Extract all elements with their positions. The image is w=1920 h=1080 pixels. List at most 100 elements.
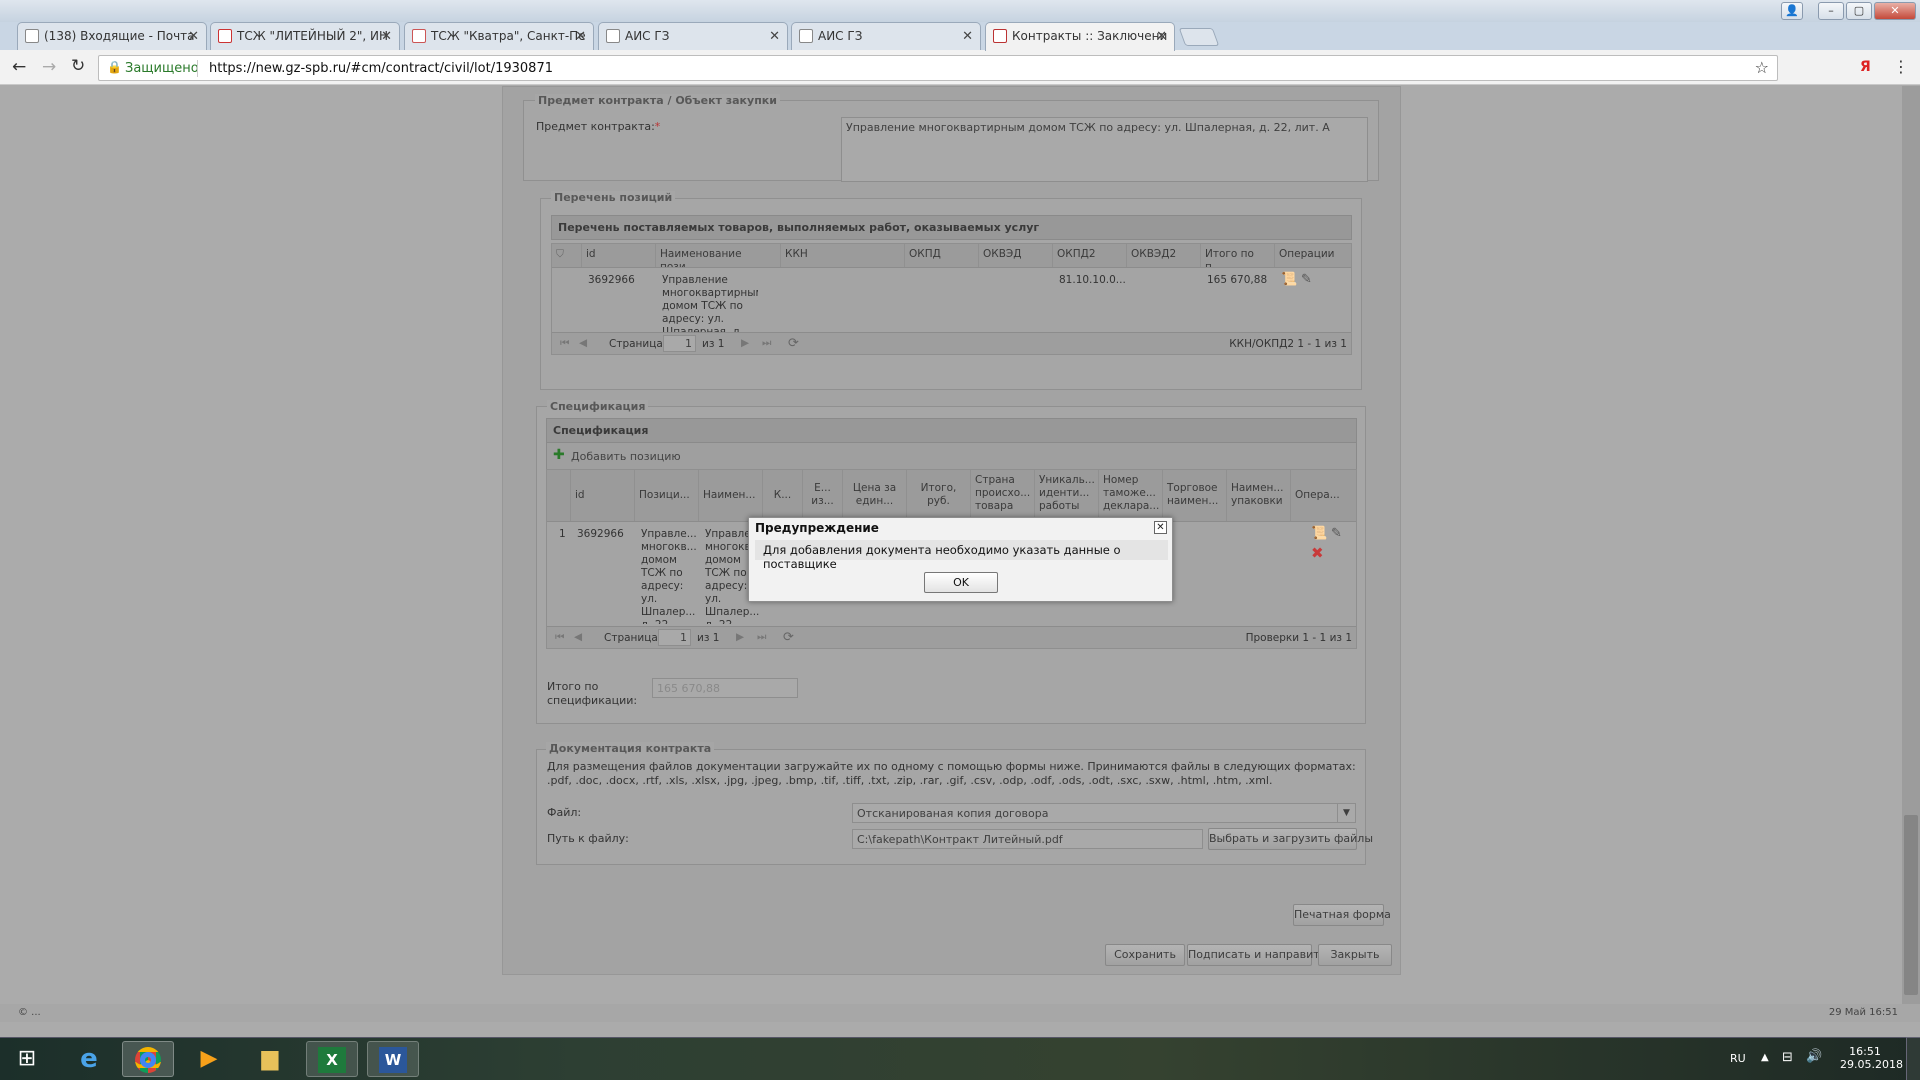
first-page-icon[interactable]: ⏮ — [555, 631, 564, 644]
scroll-icon[interactable]: 📜 — [1281, 272, 1297, 287]
word-icon[interactable]: W — [367, 1041, 419, 1077]
col-country[interactable]: Страна происхо... товара — [971, 470, 1035, 521]
tab-ais-gz-1[interactable]: АИС ГЗ ✕ — [598, 22, 788, 50]
excel-icon[interactable]: X — [306, 1041, 358, 1077]
col-name[interactable]: Наимен... — [699, 470, 763, 521]
url-text[interactable]: https://new.gz-spb.ru/#cm/contract/civil… — [209, 61, 553, 76]
col-qty[interactable]: К... — [763, 470, 803, 521]
language-indicator[interactable]: RU — [1730, 1052, 1746, 1065]
upload-files-button[interactable]: Выбрать и загрузить файлы — [1208, 828, 1373, 850]
cell-id: 3692966 — [577, 528, 624, 540]
close-window-button[interactable]: ✕ — [1874, 2, 1916, 20]
subject-textarea[interactable]: Управление многоквартирным домом ТСЖ по … — [841, 117, 1368, 182]
page-input[interactable]: 1 — [663, 335, 696, 352]
tab-contracts[interactable]: Контракты :: Заключени ✕ — [985, 22, 1175, 51]
new-tab-button[interactable] — [1178, 28, 1220, 46]
col-name[interactable]: Наименование пози... — [656, 244, 781, 267]
profile-icon[interactable]: 👤 — [1781, 2, 1803, 20]
tray-arrow-icon[interactable]: ▲ — [1761, 1052, 1769, 1063]
spec-grid-title: Спецификация — [546, 418, 1357, 443]
scrollbar-thumb[interactable] — [1904, 815, 1918, 995]
refresh-icon[interactable]: ⟳ — [783, 630, 794, 645]
bookmark-star-icon[interactable]: ☆ — [1755, 58, 1769, 77]
table-row[interactable]: 3692966 Управление многоквартирным домом… — [552, 268, 1351, 332]
col-okved[interactable]: ОКВЭД — [979, 244, 1053, 267]
col-total[interactable]: Итого, руб. — [907, 470, 971, 521]
ie-icon[interactable]: e — [63, 1041, 115, 1077]
tab-close-icon[interactable]: ✕ — [575, 23, 586, 50]
tab-tszh-liteyny[interactable]: ТСЖ "ЛИТЕЙНЫЙ 2", ИН ✕ — [210, 22, 400, 50]
first-page-icon[interactable]: ⏮ — [560, 337, 569, 350]
tab-close-icon[interactable]: ✕ — [962, 23, 973, 50]
last-page-icon[interactable]: ⏭ — [762, 337, 771, 350]
forward-icon[interactable]: → — [42, 57, 56, 77]
folder-icon[interactable]: ▆ — [244, 1041, 296, 1077]
next-page-icon[interactable]: ▶ — [736, 631, 744, 643]
save-button[interactable]: Сохранить — [1105, 944, 1185, 966]
col-position[interactable]: Позици... — [635, 470, 699, 521]
menu-icon[interactable]: ⋮ — [1893, 57, 1909, 76]
sign-send-button[interactable]: Подписать и направить — [1187, 944, 1326, 966]
positions-grid-title: Перечень поставляемых товаров, выполняем… — [551, 215, 1352, 240]
filter-icon[interactable]: ⛉ — [552, 244, 582, 267]
col-unit[interactable]: Е... из... — [803, 470, 843, 521]
next-page-icon[interactable]: ▶ — [741, 337, 749, 349]
close-icon[interactable]: ✕ — [1154, 521, 1167, 534]
col-trade-name[interactable]: Торговое наимен... — [1163, 470, 1227, 521]
grid-header: id Позици... Наимен... К... Е... из... Ц… — [547, 470, 1356, 522]
delete-icon[interactable]: ✖ — [1311, 544, 1324, 562]
tab-close-icon[interactable]: ✕ — [188, 23, 199, 50]
col-total[interactable]: Итого по п... — [1201, 244, 1275, 267]
tab-mail[interactable]: (138) Входящие - Почта ✕ — [17, 22, 207, 50]
clock[interactable]: 16:51 29.05.2018 — [1840, 1045, 1903, 1071]
col-okpd2[interactable]: ОКПД2 — [1053, 244, 1127, 267]
edit-pencil-icon[interactable]: ✎ — [1301, 272, 1312, 287]
refresh-icon[interactable]: ⟳ — [788, 336, 799, 351]
address-bar[interactable]: 🔒 Защищено https://new.gz-spb.ru/#cm/con… — [98, 55, 1778, 81]
tab-close-icon[interactable]: ✕ — [1156, 23, 1167, 50]
add-icon[interactable]: ✚ — [553, 447, 565, 463]
col-kkn[interactable]: ККН — [781, 244, 905, 267]
media-player-icon[interactable]: ▶ — [183, 1041, 235, 1077]
start-button[interactable]: ⊞ — [2, 1041, 52, 1077]
col-id[interactable]: id — [582, 244, 656, 267]
network-icon[interactable]: ⊟ — [1782, 1050, 1793, 1065]
print-form-button[interactable]: Печатная форма — [1293, 904, 1391, 926]
add-position-button[interactable]: Добавить позицию — [571, 450, 681, 463]
edit-pencil-icon[interactable]: ✎ — [1331, 526, 1342, 541]
cell-total: 165 670,88 — [1207, 274, 1268, 286]
subject-legend: Предмет контракта / Объект закупки — [535, 94, 780, 107]
reload-icon[interactable]: ↻ — [71, 56, 85, 76]
pager-summary: Проверки 1 - 1 из 1 — [1245, 632, 1352, 644]
yandex-icon[interactable]: Я — [1860, 59, 1871, 75]
tab-ais-gz-2[interactable]: АИС ГЗ ✕ — [791, 22, 981, 50]
maximize-button[interactable]: ▢ — [1846, 2, 1872, 20]
tab-tszh-kvatra[interactable]: ТСЖ "Кватра", Санкт-Пе ✕ — [404, 22, 594, 50]
col-okved2[interactable]: ОКВЭД2 — [1127, 244, 1201, 267]
file-type-select[interactable]: Отсканированая копия договора ▼ — [852, 803, 1356, 823]
page-label: Страница — [609, 338, 663, 350]
tab-close-icon[interactable]: ✕ — [381, 23, 392, 50]
col-okpd[interactable]: ОКПД — [905, 244, 979, 267]
close-button[interactable]: Закрыть — [1318, 944, 1392, 966]
col-customs[interactable]: Номер таможе... деклара... — [1099, 470, 1163, 521]
chevron-down-icon[interactable]: ▼ — [1337, 804, 1355, 822]
scroll-icon[interactable]: 📜 — [1311, 526, 1327, 541]
minimize-button[interactable]: – — [1818, 2, 1844, 20]
file-path-input[interactable]: C:\fakepath\Контракт Литейный.pdf — [852, 829, 1203, 849]
tab-close-icon[interactable]: ✕ — [769, 23, 780, 50]
col-price[interactable]: Цена за един... — [843, 470, 907, 521]
ok-button[interactable]: OK — [924, 572, 998, 593]
chrome-icon[interactable] — [122, 1041, 174, 1077]
col-package[interactable]: Наимен... упаковки — [1227, 470, 1291, 521]
volume-icon[interactable]: 🔊 — [1806, 1049, 1822, 1064]
back-icon[interactable]: ← — [12, 57, 26, 77]
prev-page-icon[interactable]: ◀ — [574, 631, 582, 643]
show-desktop-button[interactable] — [1906, 1037, 1920, 1080]
last-page-icon[interactable]: ⏭ — [757, 631, 766, 644]
col-unique-id[interactable]: Уникаль... иденти... работы — [1035, 470, 1099, 521]
prev-page-icon[interactable]: ◀ — [579, 337, 587, 349]
col-id[interactable]: id — [571, 470, 635, 521]
page-input[interactable]: 1 — [658, 629, 691, 646]
docs-legend: Документация контракта — [546, 742, 715, 755]
